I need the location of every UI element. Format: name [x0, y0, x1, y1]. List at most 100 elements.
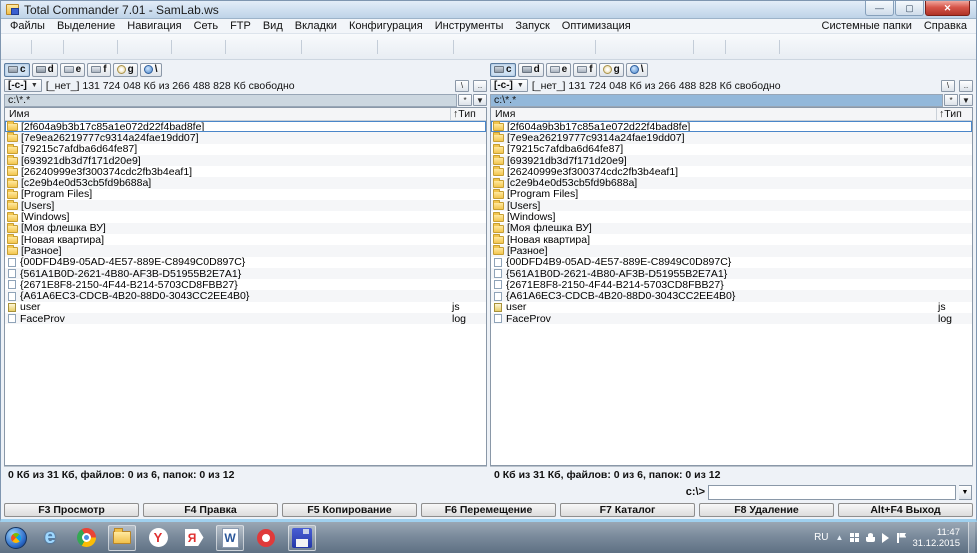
menu-item[interactable]: Выделение [51, 20, 121, 32]
internet-explorer-taskbar-icon[interactable]: e [36, 525, 64, 551]
yandex-search-taskbar-icon[interactable]: Я [180, 525, 208, 551]
menu-item[interactable]: Конфигурация [343, 20, 429, 32]
menu-item[interactable]: Системные папки [816, 20, 918, 32]
path-bar[interactable]: c:\*.* [4, 94, 457, 107]
drive-selector[interactable]: [-c-]▼ [490, 79, 528, 92]
file-row[interactable]: [26240999e3f300374cdc2fb3b4eaf1] [491, 166, 972, 177]
file-row[interactable]: {561A1B0D-2621-4B80-AF3B-D51955B2E7A1} [491, 268, 972, 279]
f4-edit-button[interactable]: F4 Правка [143, 503, 278, 517]
language-indicator[interactable]: RU [814, 532, 828, 543]
opera-taskbar-icon[interactable] [252, 525, 280, 551]
file-row[interactable]: [c2e9b4e0d53cb5fd9b688a] [5, 177, 486, 188]
file-row[interactable]: FaceProv log [491, 313, 972, 324]
file-row[interactable]: [Разное] [491, 245, 972, 256]
file-row[interactable]: {2671E8F8-2150-4F44-B214-5703CD8FBB27} [491, 279, 972, 290]
file-row[interactable]: [Новая квартира] [491, 234, 972, 245]
parent-dir-button[interactable]: .. [473, 80, 487, 92]
menu-item[interactable]: FTP [224, 20, 257, 32]
hidden-icons-chevron[interactable]: ▲ [836, 533, 844, 542]
root-dir-button[interactable]: \ [941, 80, 955, 92]
file-row[interactable]: {00DFD4B9-05AD-4E57-889E-C8949C0D897C} [491, 257, 972, 268]
file-row[interactable]: {2671E8F8-2150-4F44-B214-5703CD8FBB27} [5, 279, 486, 290]
file-row[interactable]: [Users] [491, 200, 972, 211]
floppy-app-taskbar-icon[interactable] [288, 525, 316, 551]
minimize-button[interactable]: — [865, 1, 894, 16]
f8-delete-button[interactable]: F8 Удаление [699, 503, 834, 517]
parent-dir-button[interactable]: .. [959, 80, 973, 92]
drive-button[interactable]: c [490, 63, 516, 77]
menu-item[interactable]: Запуск [509, 20, 555, 32]
command-history-dropdown[interactable]: ▼ [959, 485, 972, 500]
menu-item[interactable]: Вид [257, 20, 289, 32]
column-name[interactable]: Имя [5, 108, 450, 120]
favorites-button[interactable]: * [944, 94, 958, 106]
volume-icon[interactable] [882, 533, 894, 543]
path-bar-active[interactable]: c:\*.* [490, 94, 943, 107]
close-button[interactable]: ✕ [925, 1, 970, 16]
file-row[interactable]: [Моя флешка ВУ] [5, 223, 486, 234]
column-type[interactable]: ↑Тип [450, 108, 486, 120]
alt-f4-exit-button[interactable]: Alt+F4 Выход [838, 503, 973, 517]
file-row[interactable]: [Разное] [5, 245, 486, 256]
file-row[interactable]: [Windows] [491, 211, 972, 222]
menu-item[interactable]: Вкладки [289, 20, 343, 32]
drive-button[interactable]: f [573, 63, 596, 77]
total-commander-taskbar-icon[interactable] [108, 525, 136, 551]
drive-button[interactable]: e [60, 63, 86, 77]
menu-item[interactable]: Оптимизация [556, 20, 637, 32]
file-row[interactable]: [26240999e3f300374cdc2fb3b4eaf1] [5, 166, 486, 177]
file-row[interactable]: [Program Files] [5, 189, 486, 200]
drive-button[interactable]: \ [626, 63, 648, 77]
file-row[interactable]: [Users] [5, 200, 486, 211]
menu-item[interactable]: Сеть [188, 20, 224, 32]
action-center-flag-icon[interactable] [897, 533, 905, 543]
command-line-input[interactable] [708, 485, 956, 500]
file-row[interactable]: {A61A6EC3-CDCB-4B20-88D0-3043CC2EE4B0} [491, 290, 972, 301]
drive-selector[interactable]: [-c-]▼ [4, 79, 42, 92]
drive-button[interactable]: d [32, 63, 58, 77]
file-row[interactable]: {561A1B0D-2621-4B80-AF3B-D51955B2E7A1} [5, 268, 486, 279]
menu-item[interactable]: Файлы [4, 20, 51, 32]
file-row[interactable]: [693921db3d7f171d20e9] [491, 155, 972, 166]
file-row[interactable]: [7e9ea26219777c9314a24fae19dd07] [5, 132, 486, 143]
drive-button[interactable]: g [113, 63, 138, 77]
show-desktop-button[interactable] [968, 522, 975, 553]
chrome-taskbar-icon[interactable] [72, 525, 100, 551]
menu-item[interactable]: Навигация [121, 20, 187, 32]
column-name[interactable]: Имя [491, 108, 936, 120]
file-row[interactable]: {00DFD4B9-05AD-4E57-889E-C8949C0D897C} [5, 257, 486, 268]
file-row[interactable]: [2f604a9b3b17c85a1e072d22f4bad8fe] [5, 121, 486, 132]
file-row[interactable]: [79215c7afdba6d64fe87] [5, 144, 486, 155]
history-button[interactable]: ▼ [959, 94, 973, 106]
file-row[interactable]: user js [491, 302, 972, 313]
menu-item[interactable]: Инструменты [429, 20, 510, 32]
drive-button[interactable]: g [599, 63, 624, 77]
grid-tray-icon[interactable] [850, 533, 859, 542]
root-dir-button[interactable]: \ [455, 80, 469, 92]
start-button[interactable] [2, 525, 30, 551]
file-row[interactable]: [Windows] [5, 211, 486, 222]
f6-move-button[interactable]: F6 Перемещение [421, 503, 556, 517]
file-row[interactable]: [Моя флешка ВУ] [491, 223, 972, 234]
file-row[interactable]: {A61A6EC3-CDCB-4B20-88D0-3043CC2EE4B0} [5, 290, 486, 301]
word-taskbar-icon[interactable]: W [216, 525, 244, 551]
file-row[interactable]: user js [5, 302, 486, 313]
favorites-button[interactable]: * [458, 94, 472, 106]
column-type[interactable]: ↑Тип [936, 108, 972, 120]
drive-button[interactable]: c [4, 63, 30, 77]
drive-button[interactable]: \ [140, 63, 162, 77]
drive-button[interactable]: e [546, 63, 572, 77]
yandex-browser-taskbar-icon[interactable]: Y [144, 525, 172, 551]
file-row[interactable]: [Program Files] [491, 189, 972, 200]
f7-mkdir-button[interactable]: F7 Каталог [560, 503, 695, 517]
file-row[interactable]: [693921db3d7f171d20e9] [5, 155, 486, 166]
user-tray-icon[interactable] [866, 533, 875, 542]
clock[interactable]: 11:47 31.12.2015 [912, 527, 960, 549]
f5-copy-button[interactable]: F5 Копирование [282, 503, 417, 517]
f3-view-button[interactable]: F3 Просмотр [4, 503, 139, 517]
file-row[interactable]: [c2e9b4e0d53cb5fd9b688a] [491, 177, 972, 188]
file-row[interactable]: [2f604a9b3b17c85a1e072d22f4bad8fe] [491, 121, 972, 132]
drive-button[interactable]: d [518, 63, 544, 77]
maximize-button[interactable]: ▢ [895, 1, 924, 16]
history-button[interactable]: ▼ [473, 94, 487, 106]
